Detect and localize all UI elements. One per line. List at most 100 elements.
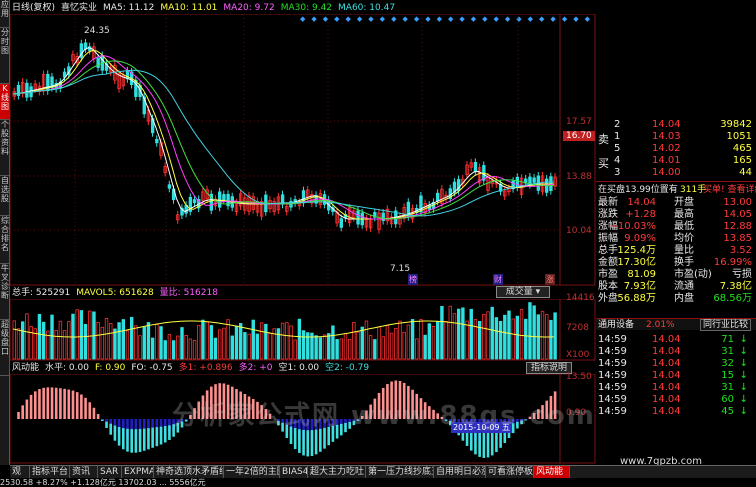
volume-bar: [234, 325, 239, 360]
stat-value-2: 13.00: [723, 197, 752, 208]
candle-body: [83, 42, 88, 50]
indicator-bar-cyan: [302, 429, 305, 456]
volume-bar: [532, 305, 536, 360]
sector-name[interactable]: 通用设备: [598, 319, 634, 331]
volume-bar: [150, 337, 155, 360]
stat-label-2: 流通: [674, 281, 694, 292]
left-tab-timeshare[interactable]: 分时图: [0, 28, 10, 84]
sector-compare-button[interactable]: 同行业比较: [700, 319, 752, 331]
volume-bar: [356, 331, 360, 360]
left-tab-strip: 应用 分时图 K线图 个股资料 自选股 综合排名 牛叉诊断 超级盘口: [0, 0, 10, 465]
marker-finance[interactable]: 财: [493, 274, 503, 285]
order-book-row[interactable]: 3 14.00 44: [596, 167, 756, 179]
volume-bar: [528, 302, 532, 360]
volume-bar: [129, 316, 134, 360]
book-level: 2: [614, 119, 621, 130]
indicator-bar-cyan: [319, 428, 322, 452]
volume-bar: [364, 320, 369, 360]
candle-body: [96, 57, 100, 68]
volume-bar: [188, 338, 193, 360]
volume-bar: [335, 339, 339, 360]
volume-bar: [486, 311, 490, 360]
volume-bar: [54, 329, 58, 360]
volume-bar: [25, 313, 29, 360]
stat-value-2: 14.05: [723, 209, 752, 220]
stat-value-2: 3.52: [729, 245, 752, 256]
volume-bar: [293, 339, 297, 360]
indicator-bar-positive: [17, 411, 20, 419]
stat-label: 振幅: [598, 233, 618, 244]
volume-bar: [29, 326, 33, 360]
book-price: 14.04: [652, 119, 681, 130]
indicator-bar-positive: [67, 389, 71, 419]
price-chart[interactable]: [10, 14, 596, 286]
left-tab-diagnose[interactable]: 牛叉诊断: [0, 264, 10, 320]
stat-label-2: 换手: [674, 257, 694, 268]
order-book-row[interactable]: 4 14.01 165: [596, 155, 756, 167]
left-tab-app[interactable]: 应用: [0, 0, 10, 28]
volume-bar: [465, 320, 469, 360]
order-book-row[interactable]: 5 14.02 465: [596, 143, 756, 155]
volume-bar: [209, 325, 214, 360]
sector-pct: 2.01%: [646, 320, 675, 330]
low-price-label: 7.15: [390, 264, 411, 274]
left-tab-watchlist[interactable]: 自选股: [0, 176, 10, 216]
stat-label-2: 内盘: [674, 293, 694, 304]
left-tab-ranking[interactable]: 综合排名: [0, 216, 10, 264]
volume-bar: [377, 326, 381, 360]
volume-bar: [490, 306, 494, 360]
stat-label-2: 量比: [674, 245, 694, 256]
indicator-bar-cyan: [130, 429, 133, 453]
volume-bar: [373, 339, 377, 360]
order-book-row[interactable]: 2 14.04 39842: [596, 119, 756, 131]
volume-bar: [146, 322, 151, 360]
quote-stat-row: 金额 17.30亿 换手 16.99%: [596, 257, 756, 269]
stat-label-2: 最高: [674, 209, 694, 220]
tick-time: 14:59: [598, 406, 627, 417]
quote-stat-row: 市盈 81.09 市盈(动) 亏损: [596, 269, 756, 281]
order-notice[interactable]: 在买盘13.99位置有 311手 买单! 查看详细: [596, 184, 756, 196]
tick-price: 14.04: [652, 334, 681, 345]
indicator-bar-cyan: [134, 429, 138, 453]
volume-bar: [322, 334, 327, 360]
volume-bar: [427, 323, 432, 360]
book-level: 3: [614, 167, 621, 178]
stat-value-2: 7.38亿: [719, 281, 752, 292]
volume-bar: [83, 323, 88, 360]
tick-time: 14:59: [598, 334, 627, 345]
volume-bar: [503, 314, 507, 360]
volume-bar: [494, 317, 499, 360]
volume-bar: [482, 314, 486, 360]
left-tab-orderbook[interactable]: 超级盘口: [0, 320, 10, 376]
indicator-bar-positive: [46, 387, 50, 419]
price-axis-current: 16.70: [563, 131, 595, 141]
marker-rise[interactable]: 涨: [545, 274, 555, 285]
tick-row: 14:59 14.04 71 ↓: [596, 334, 756, 346]
volume-bar: [389, 332, 394, 360]
tick-price: 14.04: [652, 406, 681, 417]
left-tab-profile[interactable]: 个股资料: [0, 120, 10, 176]
price-axis-3: 10.04: [566, 226, 592, 236]
volume-bar: [16, 328, 21, 360]
ma-line: [12, 69, 554, 217]
volume-bar: [197, 325, 201, 360]
marker-rank[interactable]: 榜: [408, 274, 418, 285]
volume-bar: [20, 321, 25, 360]
notice-detail-link[interactable]: 买单! 查看详细: [703, 184, 756, 196]
quote-stat-row: 最新 14.04 开盘 13.00: [596, 197, 756, 209]
high-price-label: 24.35: [84, 26, 110, 36]
candle-body: [167, 184, 172, 189]
tick-volume: 31: [721, 382, 734, 393]
volume-bar: [381, 336, 385, 360]
indicator-tab-bar: 观指标平台 资讯 SAR EXPMA 神奇选顶水矛盾线 一年2倍的主图 BIAS4 超大主力吃…: [10, 465, 756, 479]
volume-indicator-dropdown[interactable]: 成交量 ▾: [496, 286, 550, 298]
left-tab-kline[interactable]: K线图: [0, 84, 10, 120]
volume-chart[interactable]: [10, 299, 596, 361]
volume-bar: [96, 322, 100, 360]
indicator-bar-cyan: [126, 428, 129, 452]
order-book-row[interactable]: 1 14.03 1051: [596, 131, 756, 143]
tick-volume: 45: [721, 406, 734, 417]
book-volume: 1051: [726, 131, 752, 142]
indicator-bar-positive: [96, 414, 100, 419]
volume-bar: [125, 330, 130, 360]
